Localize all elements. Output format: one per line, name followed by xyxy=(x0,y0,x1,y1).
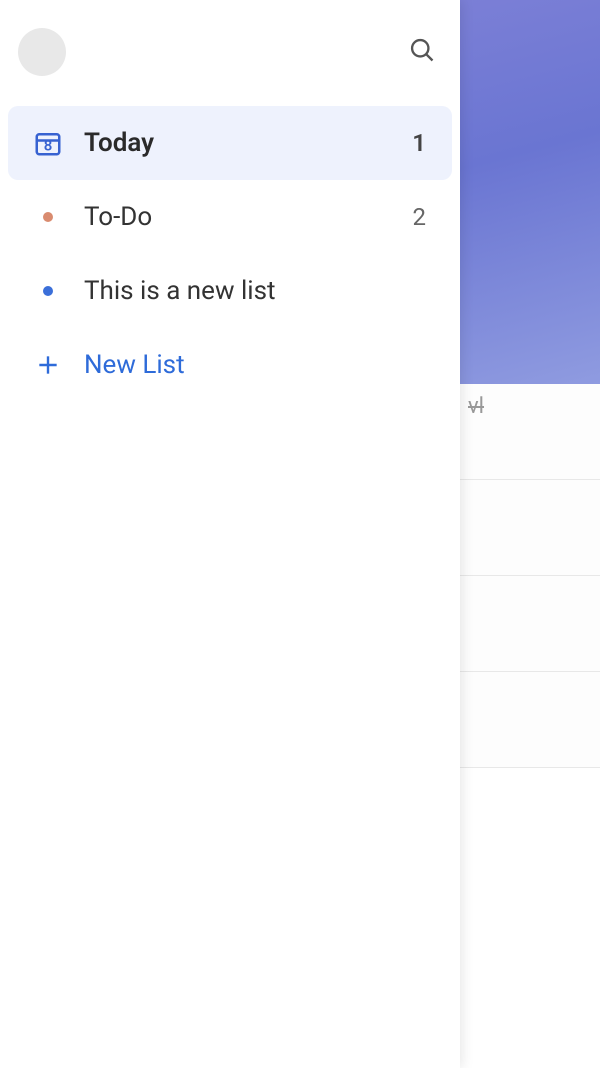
sidebar-item-label: To-Do xyxy=(84,202,413,232)
sidebar-item-count: 2 xyxy=(413,203,433,231)
svg-text:8: 8 xyxy=(44,137,53,155)
list-bullet-icon xyxy=(28,212,68,222)
sidebar-item-count: 1 xyxy=(412,129,432,157)
search-icon xyxy=(408,36,436,68)
background-task-text: vl xyxy=(468,394,484,419)
list-bullet-icon xyxy=(28,286,68,296)
new-list-button[interactable]: New List xyxy=(8,328,452,402)
background-task-row[interactable]: vl xyxy=(460,384,600,480)
new-list-label: New List xyxy=(84,350,185,380)
avatar[interactable] xyxy=(18,28,66,76)
background-task-row[interactable] xyxy=(460,672,600,768)
background-header-gradient xyxy=(460,0,600,384)
background-task-row[interactable] xyxy=(460,480,600,576)
sidebar-header xyxy=(0,28,460,106)
background-task-row[interactable] xyxy=(460,768,600,1068)
sidebar-item-today[interactable]: 8 Today 1 xyxy=(8,106,452,180)
sidebar-item-todo[interactable]: To-Do 2 xyxy=(8,180,452,254)
calendar-today-icon: 8 xyxy=(28,128,68,158)
sidebar-item-label: Today xyxy=(84,128,412,158)
sidebar-item-custom-list[interactable]: This is a new list xyxy=(8,254,452,328)
search-button[interactable] xyxy=(402,32,442,72)
sidebar-item-label: This is a new list xyxy=(84,276,426,306)
plus-icon xyxy=(28,352,68,378)
sidebar-drawer: 8 Today 1 To-Do 2 This is a new list New… xyxy=(0,0,460,1068)
background-task-row[interactable] xyxy=(460,576,600,672)
